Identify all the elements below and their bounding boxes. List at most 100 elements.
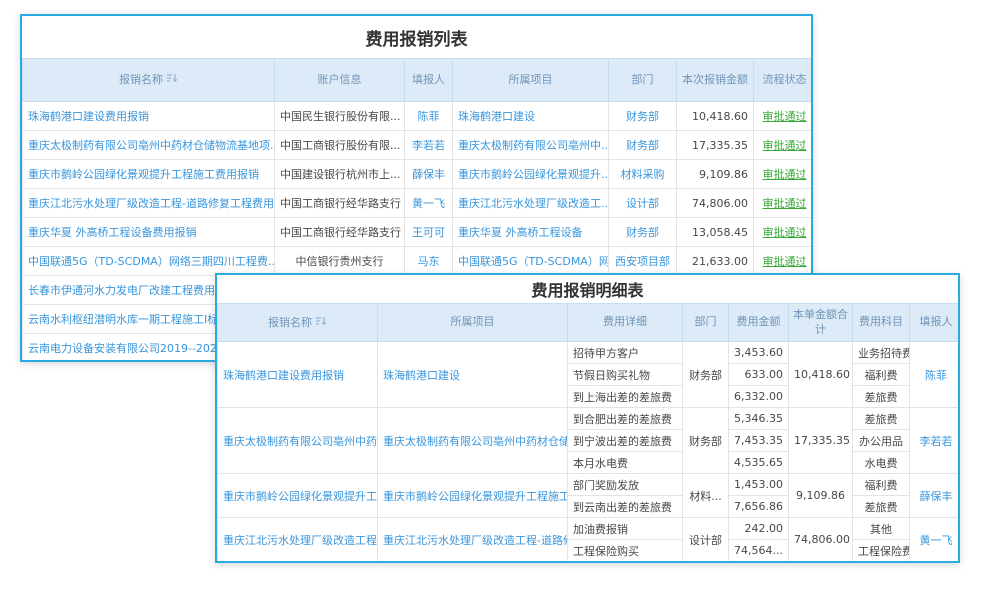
detail-column-header-reporter: 填报人 — [910, 304, 961, 342]
detail-amount-cell: 6,332.00 — [729, 386, 789, 408]
expense-name-link[interactable]: 重庆华夏 外高桥工程设备费用报销 — [23, 218, 275, 247]
dept-link[interactable]: 财务部 — [609, 131, 677, 160]
table-row: 重庆太极制药有限公司亳州中药材仓储物流基地项... 中国工商银行股份有限... … — [23, 131, 814, 160]
table-row: 重庆太极制药有限公司亳州中药材 重庆太极制药有限公司亳州中药材仓储物流 到合肥出… — [218, 408, 961, 430]
detail-item-cell: 到云南出差的差旅费 — [568, 496, 683, 518]
table-row: 重庆江北污水处理厂级改造工程- 重庆江北污水处理厂级改造工程-道路修复工 加油费… — [218, 518, 961, 540]
detail-item-cell: 到合肥出差的差旅费 — [568, 408, 683, 430]
status-link[interactable]: 审批通过 — [754, 160, 814, 189]
status-link[interactable]: 审批通过 — [754, 131, 814, 160]
project-link[interactable]: 珠海鹤港口建设 — [453, 102, 609, 131]
sort-icon[interactable] — [315, 315, 327, 327]
detail-amount-cell: 74,564... — [729, 540, 789, 562]
reporter-link[interactable]: 陈菲 — [405, 102, 453, 131]
amount-cell: 9,109.86 — [677, 160, 754, 189]
list-column-header-status: 流程状态 — [754, 59, 814, 102]
detail-name-link[interactable]: 珠海鹤港口建设费用报销 — [218, 342, 378, 408]
detail-reporter-link[interactable]: 黄一飞 — [910, 518, 961, 562]
detail-amount-cell: 7,656.86 — [729, 496, 789, 518]
list-header-row: 报销名称 账户信息 填报人 所属项目 部门 本次报销金额 流程状态 — [23, 59, 814, 102]
detail-subject-cell: 差旅费 — [853, 408, 910, 430]
dept-link[interactable]: 材料采购 — [609, 160, 677, 189]
detail-item-cell: 本月水电费 — [568, 452, 683, 474]
detail-amount-cell: 3,453.60 — [729, 342, 789, 364]
reporter-link[interactable]: 王可可 — [405, 218, 453, 247]
detail-name-link[interactable]: 重庆市鹅岭公园绿化景观提升工程 — [218, 474, 378, 518]
status-link[interactable]: 审批通过 — [754, 102, 814, 131]
detail-subject-cell: 福利费 — [853, 474, 910, 496]
list-column-header-project: 所属项目 — [453, 59, 609, 102]
detail-column-header-name[interactable]: 报销名称 — [218, 304, 378, 342]
expense-name-link[interactable]: 中国联通5G（TD-SCDMA）网络三期四川工程费... — [23, 247, 275, 276]
amount-cell: 21,633.00 — [677, 247, 754, 276]
amount-cell: 13,058.45 — [677, 218, 754, 247]
expense-name-link[interactable]: 重庆江北污水处理厂级改造工程-道路修复工程费用... — [23, 189, 275, 218]
detail-project-link[interactable]: 重庆市鹅岭公园绿化景观提升工程施工 — [378, 474, 568, 518]
detail-project-link[interactable]: 重庆江北污水处理厂级改造工程-道路修复工 — [378, 518, 568, 562]
detail-subject-cell: 差旅费 — [853, 496, 910, 518]
amount-cell: 17,335.35 — [677, 131, 754, 160]
table-row: 珠海鹤港口建设费用报销 珠海鹤港口建设 招待甲方客户 财务部 3,453.60 … — [218, 342, 961, 364]
detail-amount-cell: 4,535.65 — [729, 452, 789, 474]
detail-total-cell: 10,418.60 — [789, 342, 853, 408]
detail-reporter-link[interactable]: 陈菲 — [910, 342, 961, 408]
table-row: 珠海鹤港口建设费用报销 中国民生银行股份有限... 陈菲 珠海鹤港口建设 财务部… — [23, 102, 814, 131]
dept-link[interactable]: 西安项目部 — [609, 247, 677, 276]
status-link[interactable]: 审批通过 — [754, 189, 814, 218]
table-row: 重庆市鹅岭公园绿化景观提升工程施工费用报销 中国建设银行杭州市上... 薛保丰 … — [23, 160, 814, 189]
expense-name-link[interactable]: 珠海鹤港口建设费用报销 — [23, 102, 275, 131]
detail-item-cell: 到上海出差的差旅费 — [568, 386, 683, 408]
amount-cell: 10,418.60 — [677, 102, 754, 131]
detail-column-header-dept: 部门 — [683, 304, 729, 342]
expense-detail-title: 费用报销明细表 — [217, 275, 958, 303]
detail-total-cell: 74,806.00 — [789, 518, 853, 562]
project-link[interactable]: 重庆江北污水处理厂级改造工... — [453, 189, 609, 218]
dept-link[interactable]: 财务部 — [609, 218, 677, 247]
list-column-header-reporter: 填报人 — [405, 59, 453, 102]
expense-name-link[interactable]: 重庆太极制药有限公司亳州中药材仓储物流基地项... — [23, 131, 275, 160]
detail-dept-cell: 财务部 — [683, 342, 729, 408]
detail-dept-cell: 财务部 — [683, 408, 729, 474]
detail-total-cell: 17,335.35 — [789, 408, 853, 474]
table-row: 重庆江北污水处理厂级改造工程-道路修复工程费用... 中国工商银行经华路支行 黄… — [23, 189, 814, 218]
detail-amount-cell: 1,453.00 — [729, 474, 789, 496]
table-row: 中国联通5G（TD-SCDMA）网络三期四川工程费... 中信银行贵州支行 马东… — [23, 247, 814, 276]
sort-icon[interactable] — [166, 72, 178, 84]
project-link[interactable]: 重庆太极制药有限公司亳州中... — [453, 131, 609, 160]
project-link[interactable]: 重庆华夏 外高桥工程设备 — [453, 218, 609, 247]
account-cell: 中信银行贵州支行 — [275, 247, 405, 276]
dept-link[interactable]: 财务部 — [609, 102, 677, 131]
detail-item-cell: 加油费报销 — [568, 518, 683, 540]
reporter-link[interactable]: 李若若 — [405, 131, 453, 160]
expense-detail-panel: 费用报销明细表 报销名称 所属项目 费用详细 部门 费用金额 本单金额合计 费用… — [215, 273, 960, 563]
detail-name-link[interactable]: 重庆太极制药有限公司亳州中药材 — [218, 408, 378, 474]
status-link[interactable]: 审批通过 — [754, 247, 814, 276]
account-cell: 中国建设银行杭州市上... — [275, 160, 405, 189]
detail-amount-cell: 7,453.35 — [729, 430, 789, 452]
detail-column-header-item: 费用详细 — [568, 304, 683, 342]
detail-subject-cell: 差旅费 — [853, 386, 910, 408]
detail-subject-cell: 工程保险费 — [853, 540, 910, 562]
dept-link[interactable]: 设计部 — [609, 189, 677, 218]
detail-project-link[interactable]: 重庆太极制药有限公司亳州中药材仓储物流 — [378, 408, 568, 474]
detail-subject-cell: 水电费 — [853, 452, 910, 474]
account-cell: 中国民生银行股份有限... — [275, 102, 405, 131]
reporter-link[interactable]: 马东 — [405, 247, 453, 276]
detail-project-link[interactable]: 珠海鹤港口建设 — [378, 342, 568, 408]
status-link[interactable]: 审批通过 — [754, 218, 814, 247]
list-column-header-name-label: 报销名称 — [119, 73, 163, 86]
list-column-header-name[interactable]: 报销名称 — [23, 59, 275, 102]
detail-header-row: 报销名称 所属项目 费用详细 部门 费用金额 本单金额合计 费用科目 填报人 — [218, 304, 961, 342]
detail-item-cell: 工程保险购买 — [568, 540, 683, 562]
detail-subject-cell: 办公用品 — [853, 430, 910, 452]
reporter-link[interactable]: 薛保丰 — [405, 160, 453, 189]
detail-dept-cell: 材料... — [683, 474, 729, 518]
detail-reporter-link[interactable]: 李若若 — [910, 408, 961, 474]
detail-reporter-link[interactable]: 薛保丰 — [910, 474, 961, 518]
project-link[interactable]: 重庆市鹅岭公园绿化景观提升... — [453, 160, 609, 189]
detail-column-header-name-label: 报销名称 — [268, 316, 312, 329]
project-link[interactable]: 中国联通5G（TD-SCDMA）网... — [453, 247, 609, 276]
expense-name-link[interactable]: 重庆市鹅岭公园绿化景观提升工程施工费用报销 — [23, 160, 275, 189]
detail-name-link[interactable]: 重庆江北污水处理厂级改造工程- — [218, 518, 378, 562]
reporter-link[interactable]: 黄一飞 — [405, 189, 453, 218]
